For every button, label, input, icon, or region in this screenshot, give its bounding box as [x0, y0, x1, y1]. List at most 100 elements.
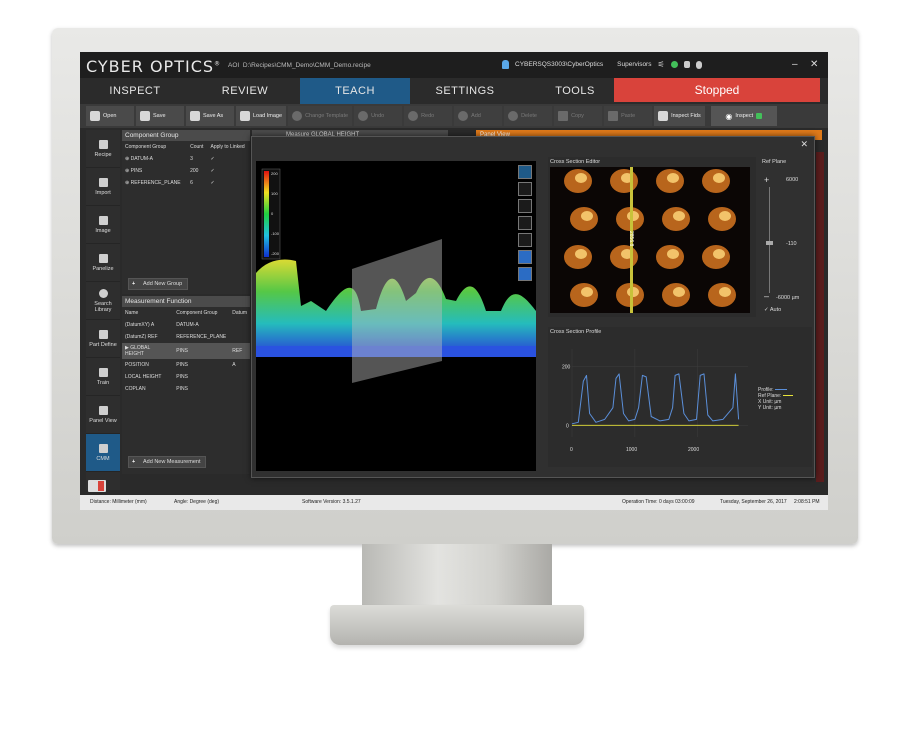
3d-height-view[interactable]: 200 100 0 -100 -200	[256, 161, 536, 471]
table-row[interactable]: ⊕ REFERENCE_PLANE 6 ✓	[122, 177, 250, 189]
add-button[interactable]: Add	[454, 106, 503, 126]
pin-highlight	[713, 173, 725, 183]
sidebar-item-train[interactable]: Train	[86, 358, 120, 396]
tab-inspect[interactable]: INSPECT	[80, 78, 190, 104]
pin-highlight	[627, 287, 639, 297]
ref-plane-max: 6000	[786, 177, 799, 183]
table-row[interactable]: POSITION PINS A	[122, 359, 250, 371]
save-button[interactable]: Save	[136, 106, 184, 126]
component-group-title: Component Group	[122, 130, 250, 141]
pin-highlight	[673, 287, 685, 297]
user-icon	[502, 60, 509, 69]
col-header[interactable]: Component Group	[173, 307, 229, 319]
add-new-measurement-button[interactable]: Add New Measurement	[128, 456, 207, 468]
sidebar-item-cmm[interactable]: CMM	[86, 434, 120, 472]
col-header[interactable]: Name	[122, 307, 173, 319]
pin-highlight	[575, 249, 587, 259]
operation-time: Operation Time: 0 days 03:00:09	[622, 499, 695, 505]
view-icon[interactable]	[518, 233, 532, 247]
load-image-button[interactable]: Load Image	[236, 106, 287, 126]
pin-image[interactable]: 2856.8	[550, 167, 750, 313]
sidebar-item-recipe[interactable]: Recipe	[86, 130, 120, 168]
ref-plane-min: -6000 µm	[776, 295, 800, 301]
measurement-function-title: Measurement Function	[122, 296, 250, 307]
tab-teach[interactable]: TEACH	[300, 78, 410, 104]
color-map-icon[interactable]	[518, 250, 532, 264]
save-as-button[interactable]: Save As	[186, 106, 234, 126]
ref-plane-control: Ref Plane + 6000 -110 – -6000 µm ✓ Auto	[760, 157, 812, 315]
plus-icon[interactable]: +	[764, 175, 769, 185]
pin-highlight	[719, 287, 731, 297]
zoom-extent-icon[interactable]	[518, 199, 532, 213]
panel-view-image	[816, 152, 824, 482]
toolbar: Open Save Save As Load Image Change Temp…	[80, 104, 828, 128]
ref-plane-title: Ref Plane	[762, 159, 787, 165]
minus-icon[interactable]: –	[764, 291, 769, 301]
col-header[interactable]: Apply to Linked	[208, 141, 251, 153]
sidebar-item-search-library[interactable]: Search Library	[86, 282, 120, 320]
inspect-button[interactable]: ◉ Inspect	[710, 106, 777, 126]
redo-button[interactable]: Redo	[404, 106, 453, 126]
close-window-button[interactable]: ✕	[810, 59, 818, 70]
table-row[interactable]: LOCAL HEIGHT PINS	[122, 371, 250, 383]
fit-icon[interactable]	[518, 182, 532, 196]
delete-button[interactable]: Delete	[504, 106, 553, 126]
table-row[interactable]: ⊕ PINS 200 ✓	[122, 165, 250, 177]
colorbar-tick: 100	[271, 191, 278, 196]
stop-icon	[98, 481, 104, 491]
add-new-group-button[interactable]: Add New Group	[128, 278, 189, 290]
inspect-fids-button[interactable]: Inspect Fids	[654, 106, 705, 126]
measurement-function-panel: Measurement Function Name Component Group…	[122, 296, 250, 474]
move-icon[interactable]	[518, 165, 532, 179]
minimize-button[interactable]: –	[792, 59, 798, 70]
col-header[interactable]: Component Group	[122, 141, 187, 153]
cross-section-plane[interactable]	[352, 239, 442, 383]
paste-button[interactable]: Paste	[604, 106, 653, 126]
tab-settings[interactable]: SETTINGS	[410, 78, 520, 104]
dialog-close-button[interactable]: ✕	[800, 139, 808, 150]
sidebar-item-panel-view[interactable]: Panel View	[86, 396, 120, 434]
save-icon	[140, 111, 150, 121]
tab-review[interactable]: REVIEW	[190, 78, 300, 104]
import-icon	[98, 177, 108, 187]
user-role: Supervisors	[617, 61, 652, 68]
sidebar-item-image[interactable]: Image	[86, 206, 120, 244]
measurement-table: Name Component Group Datum (DatumXY) A DATU…	[122, 307, 250, 395]
table-row[interactable]: COPLAN PINS	[122, 383, 250, 395]
plane-icon[interactable]	[518, 267, 532, 281]
sidebar-item-panelize[interactable]: Panelize	[86, 244, 120, 282]
sidebar-item-import[interactable]: Import	[86, 168, 120, 206]
open-button[interactable]: Open	[86, 106, 134, 126]
y-tick-label: 200	[562, 365, 571, 371]
undo-button[interactable]: Undo	[354, 106, 403, 126]
table-row[interactable]: ⊕ DATUM-A 3 ✓	[122, 153, 250, 165]
undo-icon	[358, 111, 369, 121]
col-header[interactable]: Count	[187, 141, 207, 153]
table-row-selected[interactable]: ▶ GLOBAL HEIGHT PINS REF	[122, 343, 250, 359]
status-time: 2:08:51 PM	[794, 499, 820, 505]
software-version: Software Version: 3.5.1.27	[302, 499, 361, 505]
auto-checkbox[interactable]: ✓ Auto	[764, 307, 781, 313]
rotate-icon[interactable]	[518, 216, 532, 230]
col-header[interactable]: Datum	[229, 307, 250, 319]
colorbar-tick: -100	[271, 231, 280, 236]
fiducial-icon	[658, 111, 669, 121]
eye-icon: ◉	[725, 111, 733, 121]
change-template-button[interactable]: Change Template	[288, 106, 353, 126]
x-tick-label: 2000	[688, 447, 699, 453]
table-row[interactable]: (DatumXY) A DATUM-A	[122, 319, 250, 331]
ref-plane-slider[interactable]	[769, 187, 770, 293]
colorbar-tick: 200	[271, 171, 278, 176]
copy-button[interactable]: Copy	[554, 106, 603, 126]
cross-section-editor: Cross Section Editor 2856.8	[548, 157, 756, 317]
section-value: 2856.8	[628, 231, 634, 247]
slider-handle[interactable]	[766, 241, 773, 245]
user-info: CYBERSQS3003\CyberOptics Supervisors ⚟	[502, 60, 702, 69]
stopped-button[interactable]: Stopped	[614, 78, 820, 102]
table-row[interactable]: (DatumZ) REF REFERENCE_PLANE	[122, 331, 250, 343]
sidebar-item-part-define[interactable]: Part Define	[86, 320, 120, 358]
app-logo: CYBER OPTICS®	[86, 57, 222, 76]
status-bar: Distance: Millimeter (mm) Angle: Degree …	[80, 495, 828, 510]
side-nav: Recipe Import Image Panelize Search Libr…	[86, 130, 120, 490]
stop-indicator[interactable]	[88, 480, 106, 492]
